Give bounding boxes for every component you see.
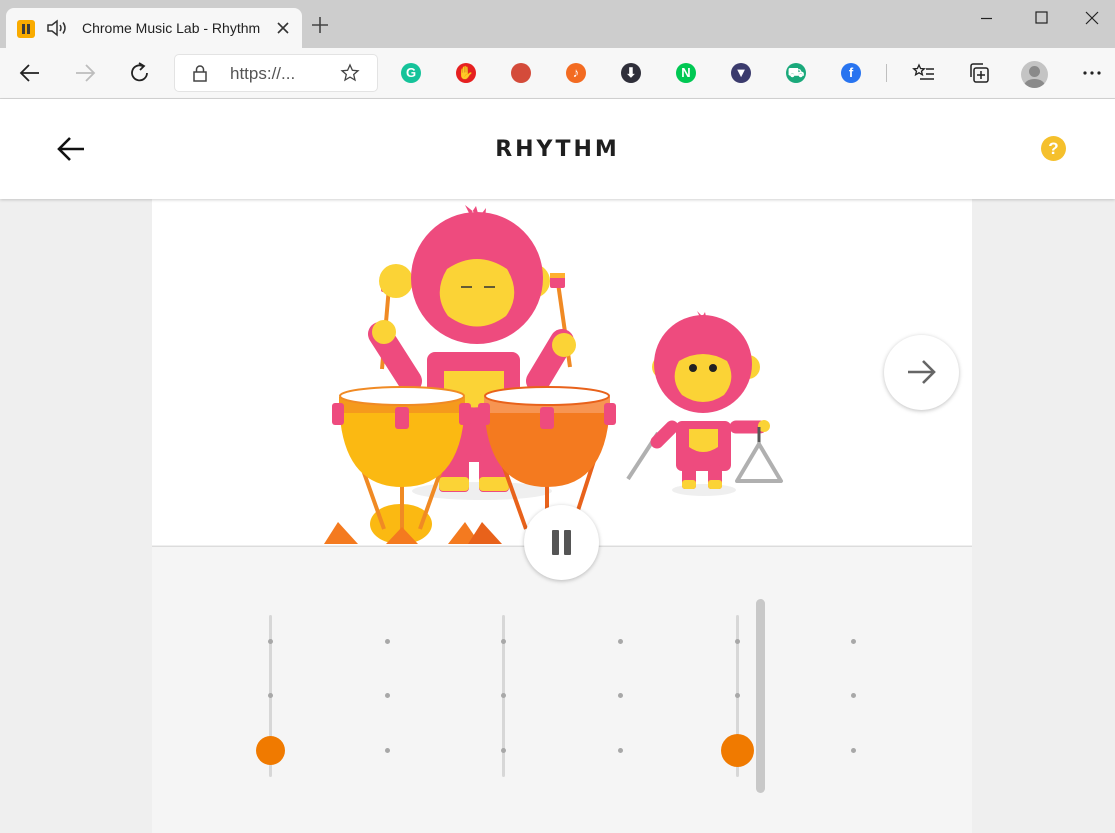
tab-close-icon[interactable] bbox=[272, 17, 294, 39]
sequencer-cell[interactable] bbox=[734, 692, 740, 698]
chrome-music-lab-favicon-icon bbox=[17, 20, 35, 38]
minimize-window-icon[interactable] bbox=[958, 0, 1014, 36]
browser-tab[interactable]: Chrome Music Lab - Rhythm bbox=[6, 8, 302, 48]
sequencer-cell[interactable] bbox=[850, 747, 856, 753]
browser-toolbar: https://... G ✋ ♪ ⬇ N ▼ ⛟ f bbox=[0, 48, 1115, 99]
pause-button[interactable] bbox=[524, 505, 599, 580]
sequencer-cell[interactable] bbox=[384, 692, 390, 698]
sequencer-cell[interactable] bbox=[267, 692, 273, 698]
collections-icon[interactable] bbox=[967, 61, 991, 85]
toolbar-separator bbox=[886, 64, 887, 82]
profile-avatar[interactable] bbox=[1021, 61, 1048, 88]
tab-title: Chrome Music Lab - Rhythm bbox=[82, 20, 261, 36]
sequencer-cell[interactable] bbox=[617, 638, 623, 644]
speaker-audio-icon[interactable] bbox=[46, 18, 70, 38]
next-scene-button[interactable] bbox=[884, 335, 959, 410]
tab-strip: Chrome Music Lab - Rhythm bbox=[0, 0, 1115, 48]
book-extension-icon[interactable] bbox=[511, 63, 531, 83]
playhead-bar bbox=[756, 599, 765, 793]
new-tab-plus-icon[interactable] bbox=[309, 14, 331, 36]
sequencer-cell[interactable] bbox=[500, 692, 506, 698]
flipkart-extension-icon[interactable]: f bbox=[841, 63, 861, 83]
address-bar[interactable]: https://... bbox=[175, 55, 377, 91]
grammarly-extension-icon[interactable]: G bbox=[401, 63, 421, 83]
sequencer-cell[interactable] bbox=[500, 638, 506, 644]
close-window-icon[interactable] bbox=[1070, 0, 1115, 36]
help-icon[interactable]: ? bbox=[1041, 136, 1066, 161]
url-text[interactable]: https://... bbox=[230, 64, 295, 84]
sequencer-cell[interactable] bbox=[617, 692, 623, 698]
rhythm-sequencer-grid[interactable] bbox=[152, 546, 972, 833]
active-note[interactable] bbox=[255, 735, 285, 765]
sequencer-cell[interactable] bbox=[850, 638, 856, 644]
app-header: RHYTHM ? bbox=[0, 99, 1115, 199]
cart-extension-icon[interactable]: ⛟ bbox=[786, 63, 806, 83]
back-icon[interactable] bbox=[18, 61, 42, 85]
sequencer-cell[interactable] bbox=[617, 747, 623, 753]
animation-stage bbox=[152, 199, 972, 545]
favorite-star-icon[interactable] bbox=[340, 63, 360, 83]
sequencer-cell[interactable] bbox=[267, 638, 273, 644]
n-extension-icon[interactable]: N bbox=[676, 63, 696, 83]
refresh-icon[interactable] bbox=[128, 61, 152, 85]
monkey-band-illustration bbox=[324, 205, 783, 544]
fox-extension-icon[interactable]: ▼ bbox=[731, 63, 751, 83]
active-note[interactable] bbox=[720, 733, 754, 767]
small-monkey bbox=[626, 311, 783, 489]
sequencer-cell[interactable] bbox=[850, 692, 856, 698]
arrow-right-icon bbox=[908, 360, 936, 384]
favorites-list-icon[interactable] bbox=[912, 61, 936, 85]
lock-icon[interactable] bbox=[191, 64, 209, 82]
maximize-window-icon[interactable] bbox=[1014, 0, 1070, 36]
more-menu-icon[interactable] bbox=[1080, 61, 1104, 85]
download-extension-icon[interactable]: ⬇ bbox=[621, 63, 641, 83]
music-extension-icon[interactable]: ♪ bbox=[566, 63, 586, 83]
forward-icon[interactable] bbox=[73, 61, 97, 85]
adblock-extension-icon[interactable]: ✋ bbox=[456, 63, 476, 83]
sequencer-cell[interactable] bbox=[734, 638, 740, 644]
sequencer-cell[interactable] bbox=[384, 747, 390, 753]
page-title: RHYTHM bbox=[495, 137, 620, 162]
sequencer-cell[interactable] bbox=[500, 747, 506, 753]
sequencer-cell[interactable] bbox=[384, 638, 390, 644]
